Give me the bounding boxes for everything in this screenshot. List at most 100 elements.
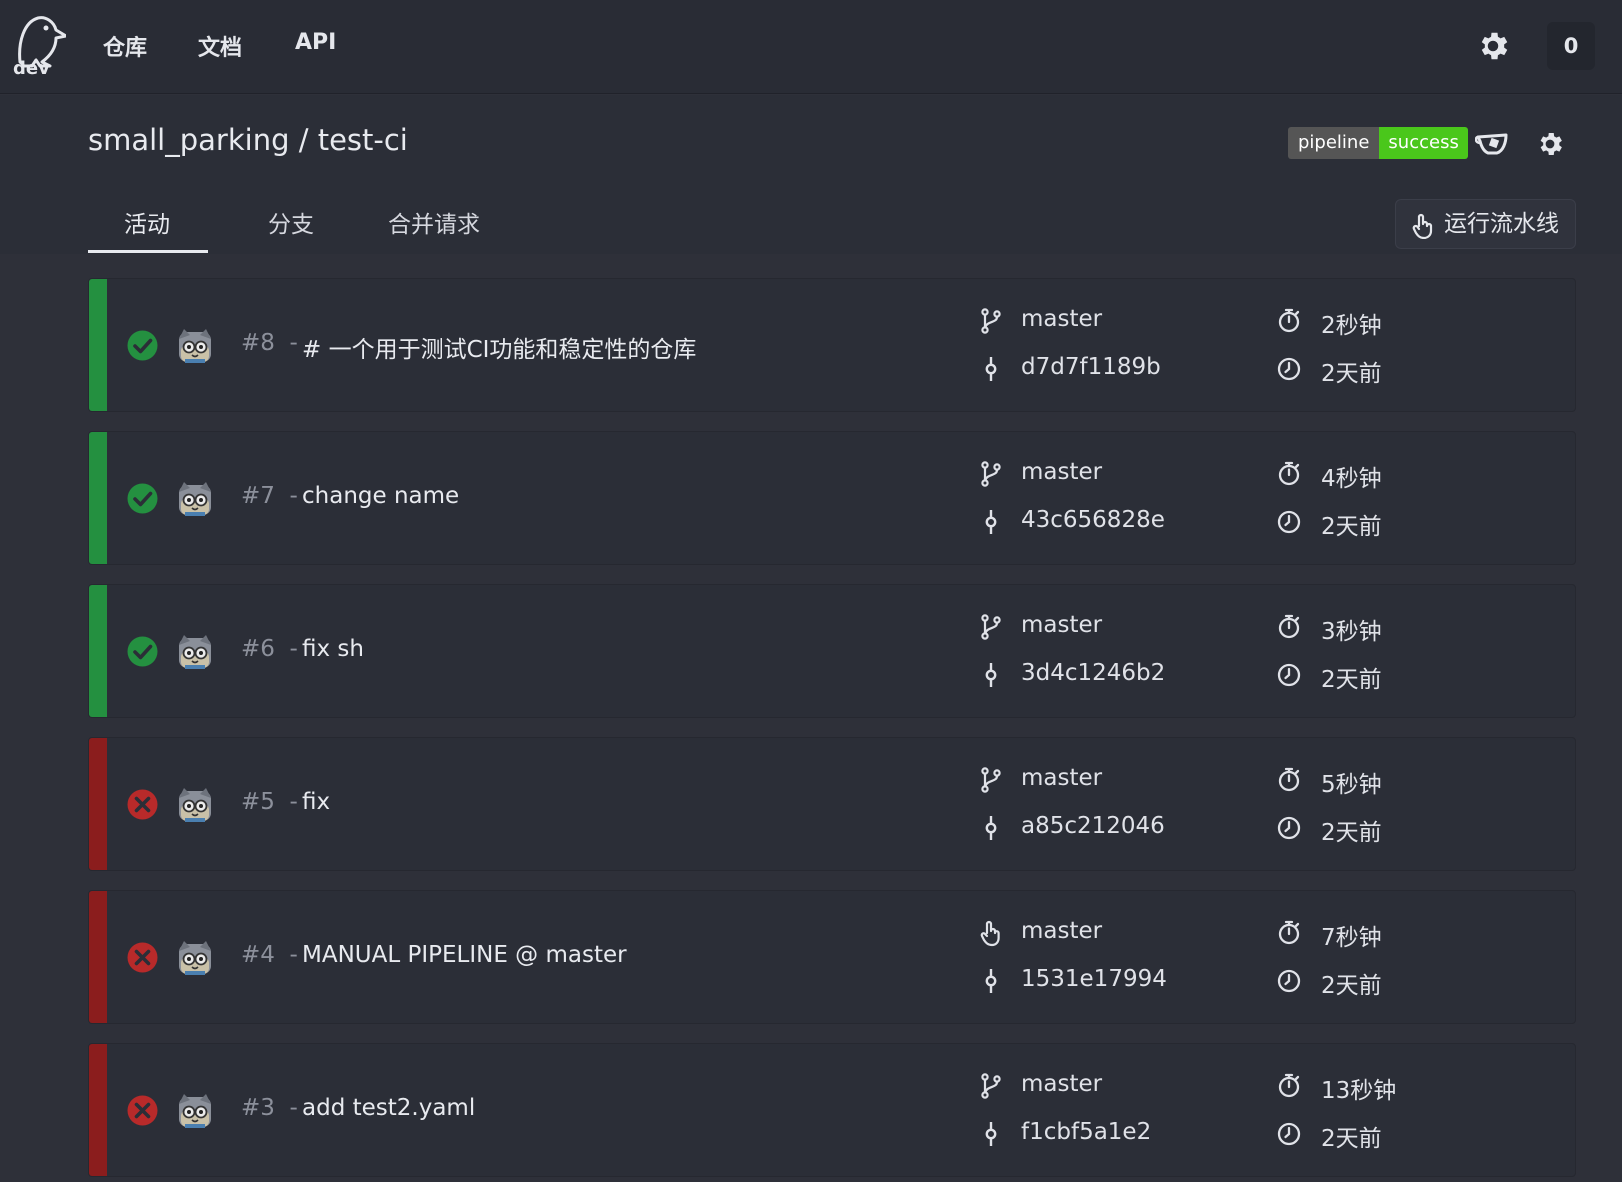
- pipeline-duration: 5秒钟: [1321, 772, 1382, 798]
- timer-icon: [1278, 614, 1300, 639]
- pipeline-card[interactable]: #7 - change name master 43c656828e 4秒钟 2天前: [88, 431, 1576, 565]
- pipeline-number: #8 -: [241, 330, 298, 356]
- pipeline-card[interactable]: #3 - add test2.yaml master f1cbf5a1e2 13秒钟 2天…: [88, 1043, 1576, 1177]
- pipeline-message: fix: [302, 789, 331, 815]
- hand-pointer-icon: [1412, 213, 1433, 239]
- tab-pull-requests[interactable]: 合并请求: [388, 205, 480, 239]
- pipeline-duration: 7秒钟: [1321, 925, 1382, 951]
- git-branch-icon: [981, 614, 1001, 640]
- author-avatar: [178, 787, 212, 823]
- repo-header: small_parking / test-ci pipeline success…: [0, 95, 1622, 254]
- tab-branches[interactable]: 分支: [268, 205, 314, 239]
- clock-icon: [1277, 816, 1301, 840]
- pipeline-created: 2天前: [1321, 361, 1382, 387]
- pipeline-commit[interactable]: 43c656828e: [1021, 507, 1165, 533]
- failure-x-icon: [127, 1095, 158, 1126]
- success-check-icon: [127, 330, 158, 361]
- failure-x-icon: [127, 789, 158, 820]
- author-avatar: [178, 1093, 212, 1129]
- logo-label: dev: [13, 58, 50, 79]
- badge-label: pipeline: [1288, 127, 1380, 159]
- clock-icon: [1277, 1122, 1301, 1146]
- pipeline-duration: 2秒钟: [1321, 313, 1382, 339]
- pipeline-commit[interactable]: 1531e17994: [1021, 966, 1167, 992]
- pipeline-branch: master: [1021, 765, 1103, 791]
- pipeline-created: 2天前: [1321, 667, 1382, 693]
- git-commit-icon: [985, 814, 997, 842]
- git-branch-icon: [981, 461, 1001, 487]
- pipeline-card[interactable]: #6 - fix sh master 3d4c1246b2 3秒钟 2天前: [88, 584, 1576, 718]
- git-commit-icon: [985, 967, 997, 995]
- clock-icon: [1277, 357, 1301, 381]
- timer-icon: [1278, 461, 1300, 486]
- pipeline-number: #6 -: [241, 636, 298, 662]
- pipeline-message: # 一个用于测试CI功能和稳定性的仓库: [302, 337, 697, 363]
- notification-counter[interactable]: 0: [1547, 22, 1595, 70]
- pipeline-branch: master: [1021, 1071, 1103, 1097]
- status-stripe: [89, 1044, 107, 1176]
- pipeline-created: 2天前: [1321, 1126, 1382, 1152]
- pipeline-commit[interactable]: f1cbf5a1e2: [1021, 1119, 1151, 1145]
- clock-icon: [1277, 510, 1301, 534]
- pipeline-number: #4 -: [241, 942, 298, 968]
- status-stripe: [89, 279, 107, 411]
- git-commit-icon: [985, 508, 997, 536]
- pipeline-message: fix sh: [302, 636, 364, 662]
- status-stripe: [89, 738, 107, 870]
- badge-value: success: [1379, 127, 1468, 159]
- status-stripe: [89, 585, 107, 717]
- pipeline-card[interactable]: #5 - fix master a85c212046 5秒钟 2天前: [88, 737, 1576, 871]
- pipeline-commit[interactable]: 3d4c1246b2: [1021, 660, 1165, 686]
- top-bar: dev 仓库 文档 API 0: [0, 0, 1622, 94]
- pipeline-card[interactable]: #8 - # 一个用于测试CI功能和稳定性的仓库 master d7d7f1189b 2…: [88, 278, 1576, 412]
- pipeline-created: 2天前: [1321, 973, 1382, 999]
- clock-icon: [1277, 969, 1301, 993]
- pipeline-branch: master: [1021, 459, 1103, 485]
- author-avatar: [178, 328, 212, 364]
- manual-trigger-hand-icon: [980, 920, 1000, 947]
- pipeline-number: #7 -: [241, 483, 298, 509]
- gitea-repo-icon[interactable]: [1475, 129, 1509, 159]
- pipeline-commit[interactable]: a85c212046: [1021, 813, 1165, 839]
- timer-icon: [1278, 767, 1300, 792]
- pipeline-message: MANUAL PIPELINE @ master: [302, 942, 627, 968]
- git-commit-icon: [985, 1120, 997, 1148]
- pipeline-card[interactable]: #4 - MANUAL PIPELINE @ master master 1531e1…: [88, 890, 1576, 1024]
- pipeline-branch: master: [1021, 306, 1103, 332]
- repo-title: small_parking / test-ci: [88, 123, 408, 157]
- author-avatar: [178, 634, 212, 670]
- pipeline-number: #5 -: [241, 789, 298, 815]
- timer-icon: [1278, 1073, 1300, 1098]
- pipeline-duration: 13秒钟: [1321, 1078, 1397, 1104]
- pipeline-created: 2天前: [1321, 820, 1382, 846]
- nav-repos[interactable]: 仓库: [103, 30, 147, 62]
- success-check-icon: [127, 636, 158, 667]
- pipeline-duration: 3秒钟: [1321, 619, 1382, 645]
- pipeline-status-badge[interactable]: pipeline success: [1288, 127, 1468, 159]
- failure-x-icon: [127, 942, 158, 973]
- status-stripe: [89, 432, 107, 564]
- author-avatar: [178, 481, 212, 517]
- clock-icon: [1277, 663, 1301, 687]
- run-pipeline-button[interactable]: 运行流水线: [1395, 199, 1576, 249]
- settings-gear-icon[interactable]: [1475, 28, 1511, 64]
- git-branch-icon: [981, 1073, 1001, 1099]
- pipeline-message: change name: [302, 483, 460, 509]
- pipeline-branch: master: [1021, 612, 1103, 638]
- timer-icon: [1278, 308, 1300, 333]
- nav-api[interactable]: API: [295, 30, 336, 55]
- run-pipeline-label: 运行流水线: [1444, 211, 1559, 237]
- pipeline-message: add test2.yaml: [302, 1095, 476, 1121]
- git-branch-icon: [981, 308, 1001, 334]
- pipeline-commit[interactable]: d7d7f1189b: [1021, 354, 1161, 380]
- repo-settings-gear-icon[interactable]: [1535, 129, 1565, 159]
- nav-docs[interactable]: 文档: [198, 30, 242, 62]
- pipeline-branch: master: [1021, 918, 1103, 944]
- tab-activity[interactable]: 活动: [124, 205, 170, 239]
- pipeline-number: #3 -: [241, 1095, 298, 1121]
- git-commit-icon: [985, 661, 997, 689]
- success-check-icon: [127, 483, 158, 514]
- pipeline-duration: 4秒钟: [1321, 466, 1382, 492]
- status-stripe: [89, 891, 107, 1023]
- timer-icon: [1278, 920, 1300, 945]
